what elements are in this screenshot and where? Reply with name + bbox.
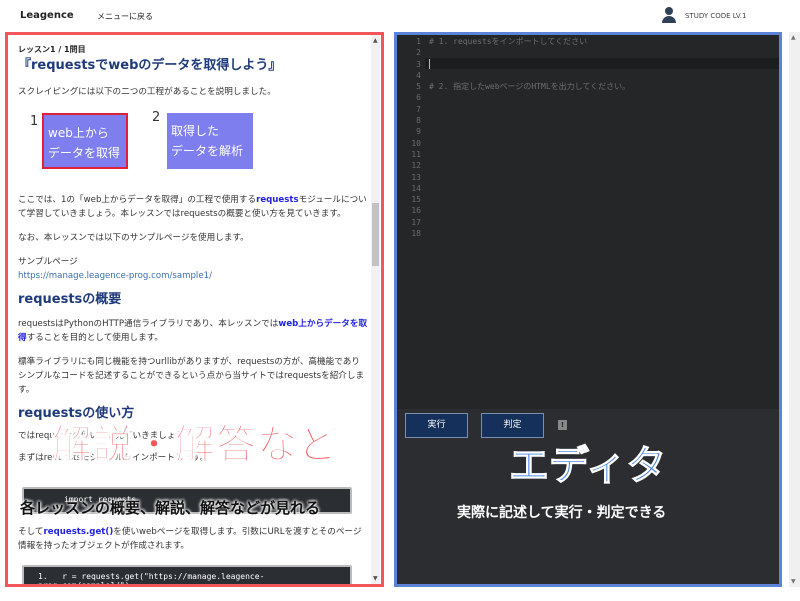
code-line-number: 1. bbox=[38, 572, 48, 581]
lesson-title: 『requestsでwebのデータを取得しよう』 bbox=[18, 58, 282, 73]
page-scrollbar[interactable]: ▲ ▼ bbox=[789, 32, 800, 587]
lesson-scrollbar[interactable]: ▲ ▼ bbox=[371, 35, 380, 584]
paragraph: ここでは、1の「web上からデータを取得」の工程で使用するrequestsモジュ… bbox=[18, 193, 368, 221]
top-bar: Leagence メニューに戻る STUDY CODE LV.1 bbox=[0, 0, 800, 32]
overlay-title-left: 解説・解答など bbox=[52, 422, 339, 469]
step-label: データを解析 bbox=[171, 144, 244, 158]
editor-panel: 1 2 3 4 5 6 7 8 9 10 11 12 13 14 15 16 1… bbox=[394, 32, 782, 587]
overlay-title-right: エディタ bbox=[508, 443, 667, 490]
text: することを目的として使用します。 bbox=[26, 333, 163, 343]
info-icon[interactable]: ! bbox=[558, 420, 567, 430]
keyword: requests bbox=[256, 195, 299, 205]
step-parse-box: 取得した データを解析 bbox=[167, 113, 253, 169]
step-label: 取得した bbox=[171, 124, 220, 138]
code-editor[interactable]: 1 2 3 4 5 6 7 8 9 10 11 12 13 14 15 16 1… bbox=[397, 35, 779, 409]
back-to-menu-link[interactable]: メニューに戻る bbox=[97, 11, 153, 22]
text-cursor bbox=[429, 59, 430, 69]
scroll-up-icon[interactable]: ▲ bbox=[373, 37, 378, 44]
step-number: 1 bbox=[30, 114, 39, 129]
process-steps: 1 web上から データを取得 2 取得した データを解析 bbox=[18, 99, 368, 183]
scroll-down-icon[interactable]: ▼ bbox=[373, 575, 378, 582]
code-text: r = requests.get("https://manage.leagenc… bbox=[38, 572, 265, 587]
text: そして bbox=[18, 527, 44, 537]
code-block-get: 1. r = requests.get("https://manage.leag… bbox=[22, 565, 352, 587]
study-level-label: STUDY CODE LV.1 bbox=[685, 12, 747, 20]
paragraph: なお、本レッスンでは以下のサンプルページを使用します。 bbox=[18, 233, 249, 243]
text: requestsはPythonのHTTP通信ライブラリであり、本レッスンでは bbox=[18, 319, 279, 329]
step-number: 2 bbox=[152, 110, 161, 125]
text: ここでは、1の「web上からデータを取得」の工程で使用する bbox=[18, 195, 257, 205]
paragraph: そしてrequests.get()を使いwebページを取得します。引数にURLを… bbox=[18, 525, 368, 553]
brand-logo[interactable]: Leagence bbox=[20, 10, 74, 21]
paragraph: 標準ライブラリにも同じ機能を持つurllibがありますが、requestsの方が… bbox=[18, 357, 365, 395]
keyword: requests.get() bbox=[43, 527, 114, 537]
step-label: web上から bbox=[48, 126, 109, 140]
sample-label: サンプルページ bbox=[18, 257, 78, 267]
run-button[interactable]: 実行 bbox=[405, 413, 468, 438]
sample-page-link[interactable]: https://manage.leagence-prog.com/sample1… bbox=[18, 269, 368, 283]
user-icon[interactable] bbox=[662, 7, 676, 23]
intro-text: スクレイピングには以下の二つの工程があることを説明しました。 bbox=[18, 87, 276, 97]
lesson-number: レッスン1 / 1問目 bbox=[18, 45, 86, 54]
editor-code[interactable]: # 1. requestsをインポートしてください # 2. 指定したwebペー… bbox=[429, 35, 630, 92]
scroll-thumb[interactable] bbox=[372, 203, 379, 266]
scroll-down-icon[interactable]: ▼ bbox=[791, 578, 796, 585]
overlay-subtitle-left: 各レッスンの概要、解説、解答などが見れる bbox=[20, 499, 321, 517]
scroll-up-icon[interactable]: ▲ bbox=[791, 34, 796, 41]
step-fetch-box: web上から データを取得 bbox=[42, 113, 128, 169]
heading-overview: requestsの概要 bbox=[18, 292, 122, 307]
overlay-subtitle-right: 実際に記述して実行・判定できる bbox=[457, 505, 667, 521]
paragraph: requestsはPythonのHTTP通信ライブラリであり、本レッスンではwe… bbox=[18, 317, 368, 345]
step-label: データを取得 bbox=[48, 146, 121, 160]
line-number-gutter: 1 2 3 4 5 6 7 8 9 10 11 12 13 14 15 16 1… bbox=[411, 37, 421, 239]
